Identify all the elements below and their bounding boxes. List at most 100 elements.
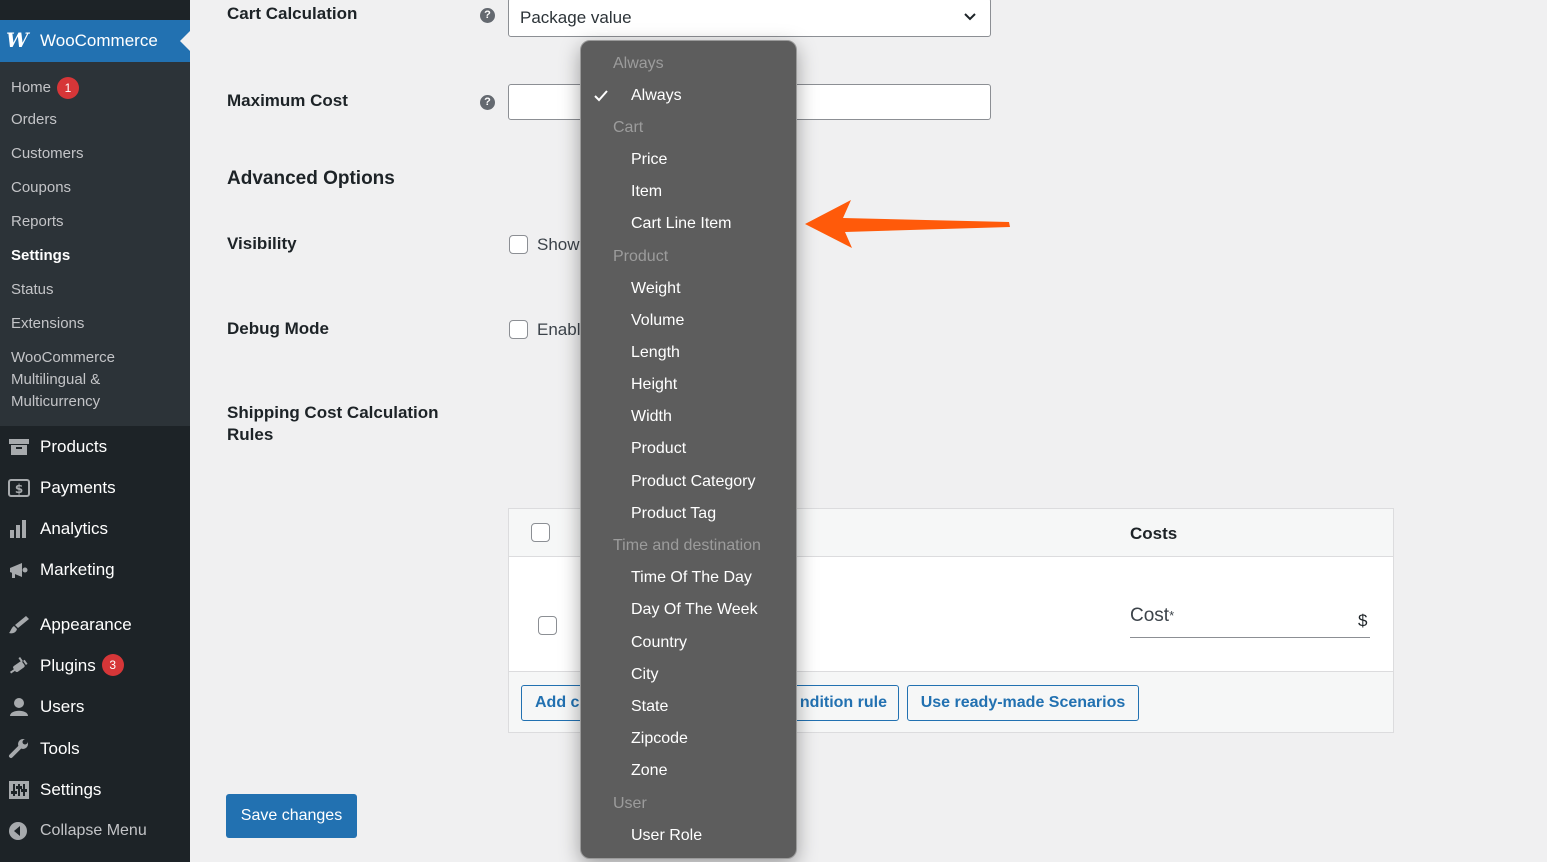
- bar-chart-icon: [10, 520, 26, 538]
- dropdown-option-time-of-day[interactable]: Time Of The Day: [631, 568, 752, 588]
- woocommerce-logo-icon: W: [6, 28, 29, 52]
- admin-sidebar: W WooCommerce Home 1 Orders Customers Cou…: [0, 0, 190, 862]
- dropdown-option-product[interactable]: Product: [631, 439, 686, 459]
- maximum-cost-label: Maximum Cost: [227, 91, 348, 110]
- user-icon: [10, 698, 28, 716]
- menu-item-settings[interactable]: Settings: [0, 772, 190, 808]
- cart-calculation-select[interactable]: Package value: [508, 0, 991, 37]
- menu-item-products[interactable]: Products: [0, 429, 190, 465]
- menu-item-appearance[interactable]: Appearance: [0, 607, 190, 643]
- cost-label-text: Cost: [1130, 605, 1170, 626]
- menu-label: Appearance: [40, 615, 132, 634]
- debug-mode-checkbox[interactable]: [509, 320, 528, 339]
- annotation-arrow-icon: [805, 200, 1010, 248]
- visibility-checkbox-text: Show: [537, 235, 580, 254]
- cost-field-label: Cost*: [1130, 605, 1174, 627]
- select-all-rules-checkbox[interactable]: [531, 523, 550, 542]
- menu-label: Plugins 3: [40, 654, 124, 677]
- dollar-icon: $: [8, 479, 30, 497]
- dropdown-option-product-tag[interactable]: Product Tag: [631, 504, 716, 524]
- paintbrush-icon: [9, 616, 29, 634]
- dropdown-option-state[interactable]: State: [631, 697, 668, 717]
- sliders-icon: [9, 781, 29, 799]
- dropdown-option-user-role[interactable]: User Role: [631, 826, 702, 846]
- chevron-down-icon: [964, 13, 976, 21]
- woocommerce-menu-label: WooCommerce: [40, 31, 158, 50]
- dropdown-option-day-of-week[interactable]: Day Of The Week: [631, 600, 758, 620]
- rule-row-checkbox[interactable]: [538, 616, 557, 635]
- cost-input-underline[interactable]: [1130, 637, 1370, 638]
- menu-item-tools[interactable]: Tools: [0, 731, 190, 767]
- debug-mode-label: Debug Mode: [227, 319, 329, 338]
- menu-item-marketing[interactable]: Marketing: [0, 552, 190, 588]
- menu-label: Products: [40, 437, 108, 456]
- condition-dropdown-menu: Always Always Cart Price Item Cart Line …: [580, 40, 797, 859]
- svg-text:$: $: [15, 482, 23, 496]
- plugins-update-badge: 3: [101, 654, 124, 677]
- menu-item-payments[interactable]: $ Payments: [0, 470, 190, 506]
- plug-icon: [9, 656, 28, 674]
- submenu-item-orders[interactable]: Orders: [11, 111, 57, 129]
- collapse-menu-button[interactable]: Collapse Menu: [0, 813, 190, 849]
- dropdown-option-zone[interactable]: Zone: [631, 761, 667, 781]
- menu-item-users[interactable]: Users: [0, 689, 190, 725]
- menu-label: Users: [40, 697, 85, 716]
- dropdown-group-always: Always: [613, 55, 664, 72]
- advanced-options-heading: Advanced Options: [227, 168, 395, 189]
- woocommerce-menu-header[interactable]: W WooCommerce: [0, 20, 190, 62]
- dropdown-group-cart: Cart: [613, 119, 644, 136]
- dropdown-option-zipcode[interactable]: Zipcode: [631, 729, 688, 749]
- collapse-icon: [9, 822, 27, 840]
- wrench-icon: [9, 739, 28, 758]
- dropdown-option-city[interactable]: City: [631, 665, 659, 685]
- dropdown-group-user: User: [613, 795, 647, 812]
- submenu-item-label: Home: [11, 78, 52, 96]
- submenu-item-reports[interactable]: Reports: [11, 213, 64, 231]
- dropdown-option-length[interactable]: Length: [631, 343, 680, 363]
- menu-label: Payments: [40, 478, 116, 497]
- costs-column-header: Costs: [1130, 524, 1178, 543]
- dropdown-group-time-destination: Time and destination: [613, 537, 761, 554]
- dropdown-option-country[interactable]: Country: [631, 633, 687, 653]
- dropdown-option-always[interactable]: Always: [631, 86, 682, 106]
- archive-icon: [9, 439, 29, 455]
- dropdown-option-volume[interactable]: Volume: [631, 311, 684, 331]
- visibility-checkbox[interactable]: [509, 235, 528, 254]
- menu-label: Settings: [40, 780, 102, 799]
- woocommerce-submenu: Home 1 Orders Customers Coupons Reports S…: [0, 62, 190, 426]
- home-update-badge: 1: [57, 77, 80, 99]
- submenu-item-extensions[interactable]: Extensions: [11, 315, 84, 333]
- menu-item-analytics[interactable]: Analytics: [0, 511, 190, 547]
- cart-calculation-help-icon[interactable]: ?: [480, 8, 495, 23]
- submenu-item-multilingual[interactable]: WooCommerce Multilingual & Multicurrency: [11, 347, 151, 413]
- current-menu-pointer: [180, 31, 190, 51]
- dropdown-option-width[interactable]: Width: [631, 407, 672, 427]
- menu-label: Marketing: [40, 560, 115, 579]
- menu-item-plugins[interactable]: Plugins 3: [0, 648, 190, 684]
- shipping-rules-label: Shipping Cost Calculation Rules: [227, 403, 439, 444]
- checkmark-icon: [594, 90, 608, 102]
- dropdown-option-price[interactable]: Price: [631, 150, 667, 170]
- dropdown-option-item[interactable]: Item: [631, 182, 662, 202]
- visibility-label: Visibility: [227, 234, 297, 253]
- save-changes-button[interactable]: Save changes: [226, 794, 357, 838]
- menu-label: Collapse Menu: [40, 822, 147, 839]
- submenu-item-customers[interactable]: Customers: [11, 145, 84, 163]
- megaphone-icon: [10, 563, 28, 578]
- currency-symbol: $: [1358, 611, 1368, 630]
- dropdown-option-height[interactable]: Height: [631, 375, 677, 395]
- dropdown-option-weight[interactable]: Weight: [631, 279, 681, 299]
- menu-label: Tools: [40, 739, 80, 758]
- maximum-cost-help-icon[interactable]: ?: [480, 95, 495, 110]
- required-mark: *: [1169, 608, 1175, 623]
- ready-made-scenarios-button[interactable]: Use ready-made Scenarios: [907, 685, 1139, 721]
- submenu-item-settings[interactable]: Settings: [11, 247, 70, 265]
- cart-calculation-label: Cart Calculation: [227, 4, 358, 23]
- submenu-item-coupons[interactable]: Coupons: [11, 179, 71, 197]
- dropdown-option-product-category[interactable]: Product Category: [631, 472, 756, 492]
- menu-label: Analytics: [40, 519, 109, 538]
- submenu-item-status[interactable]: Status: [11, 281, 54, 299]
- dropdown-option-cart-line-item[interactable]: Cart Line Item: [631, 214, 731, 234]
- plugins-label: Plugins: [40, 656, 96, 675]
- submenu-item-home[interactable]: Home 1: [11, 77, 80, 99]
